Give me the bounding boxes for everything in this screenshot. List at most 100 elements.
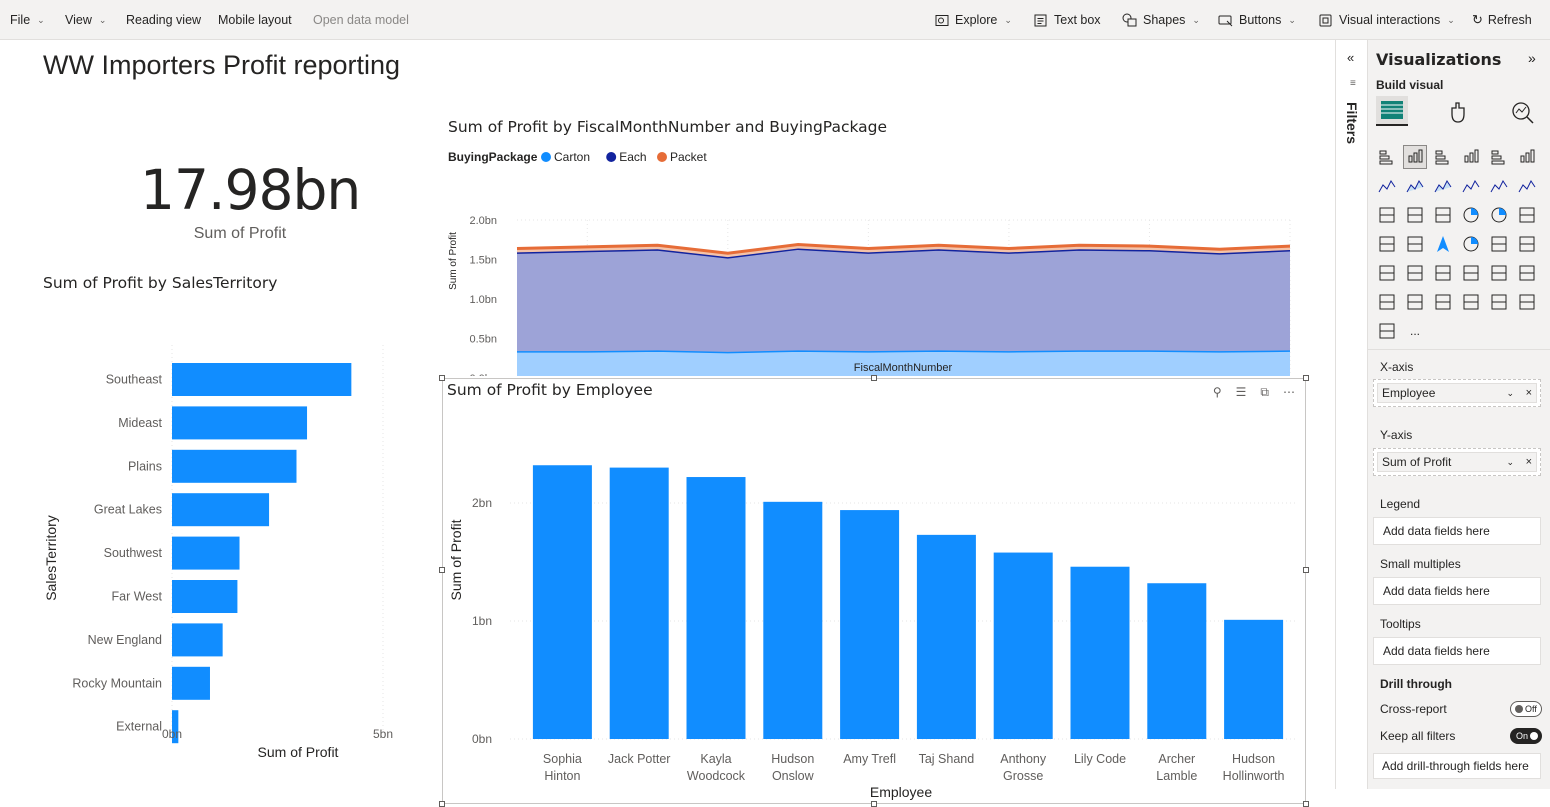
pie-chart-icon[interactable] <box>1460 204 1482 226</box>
goals-icon[interactable] <box>1432 291 1454 313</box>
more-options-icon[interactable]: ⋯ <box>1283 385 1295 400</box>
text-box-button[interactable]: Text box <box>1034 0 1101 40</box>
bar[interactable] <box>1070 566 1130 739</box>
filters-pane-label[interactable]: Filters <box>1344 102 1360 144</box>
refresh-button[interactable]: ↻ Refresh <box>1472 0 1532 40</box>
power-automate-icon[interactable] <box>1376 320 1398 342</box>
bar[interactable] <box>1147 583 1207 739</box>
scatter-icon[interactable] <box>1432 204 1454 226</box>
bar[interactable] <box>172 666 210 700</box>
bar[interactable] <box>1224 619 1284 739</box>
chevron-down-icon[interactable]: ⌄ <box>1506 457 1514 468</box>
waterfall-icon[interactable] <box>1376 204 1398 226</box>
area-chart-icon[interactable] <box>1404 175 1426 197</box>
power-apps-icon[interactable] <box>1516 291 1538 313</box>
line-clustered-column-icon[interactable] <box>1488 175 1510 197</box>
view-menu[interactable]: View ⌄ <box>65 0 106 40</box>
kpi-card-value[interactable]: 17.98bn <box>140 158 361 222</box>
paginated-report-icon[interactable] <box>1460 291 1482 313</box>
bar[interactable] <box>172 406 308 440</box>
bar[interactable] <box>993 552 1053 739</box>
area-each[interactable] <box>517 248 1290 352</box>
keep-all-filters-toggle[interactable]: On <box>1510 728 1542 744</box>
donut-chart-icon[interactable] <box>1488 204 1510 226</box>
narrative-icon[interactable] <box>1404 291 1426 313</box>
qna-icon[interactable] <box>1376 291 1398 313</box>
tooltips-well[interactable]: Add data fields here <box>1373 637 1541 665</box>
bar[interactable] <box>172 449 297 483</box>
open-data-model-button[interactable]: Open data model <box>313 0 409 40</box>
area-chart[interactable]: BuyingPackage Carton Each Packet 0.0bn 0.5b… <box>440 144 1310 376</box>
key-influencers-icon[interactable] <box>1516 262 1538 284</box>
azure-map-icon[interactable] <box>1432 233 1454 255</box>
explore-button[interactable]: Explore ⌄ <box>935 0 1012 40</box>
slicer-icon[interactable] <box>1404 262 1426 284</box>
y-axis-well[interactable]: Sum of Profit ⌄ × <box>1373 448 1541 476</box>
reading-view-button[interactable]: Reading view <box>126 0 201 40</box>
map-icon[interactable] <box>1376 233 1398 255</box>
100-column-icon[interactable] <box>1516 146 1538 168</box>
x-axis-field-pill[interactable]: Employee ⌄ × <box>1377 383 1537 403</box>
stacked-area-icon[interactable] <box>1432 175 1454 197</box>
100-bar-icon[interactable] <box>1488 146 1510 168</box>
bar[interactable] <box>686 477 746 739</box>
small-multiples-well[interactable]: Add data fields here <box>1373 577 1541 605</box>
resize-handle[interactable] <box>871 375 877 381</box>
format-visual-tab[interactable] <box>1446 100 1472 131</box>
analytics-tab[interactable] <box>1510 100 1536 131</box>
territory-bar-chart[interactable]: Southeast Mideast Plains Great Lakes Southwe… <box>40 300 410 780</box>
decomposition-tree-icon[interactable] <box>1488 262 1510 284</box>
file-menu[interactable]: File ⌄ <box>10 0 45 40</box>
legend-well[interactable]: Add data fields here <box>1373 517 1541 545</box>
filters-pane[interactable]: « ≡ Filters <box>1335 40 1368 789</box>
bar[interactable] <box>763 501 823 739</box>
remove-field-icon[interactable]: × <box>1526 387 1532 399</box>
bar[interactable] <box>172 493 270 527</box>
table-icon[interactable] <box>1432 262 1454 284</box>
more-visuals-icon[interactable]: ... <box>1404 320 1426 342</box>
treemap-icon[interactable] <box>1516 204 1538 226</box>
line-column-icon[interactable] <box>1460 175 1482 197</box>
filled-map-icon[interactable] <box>1404 233 1426 255</box>
buttons-button[interactable]: Buttons ⌄ <box>1218 0 1296 40</box>
clustered-column-icon[interactable] <box>1460 146 1482 168</box>
mobile-layout-button[interactable]: Mobile layout <box>218 0 292 40</box>
bar[interactable] <box>172 623 223 657</box>
collapse-left-icon[interactable]: « <box>1347 50 1354 65</box>
pin-icon[interactable]: ⚲ <box>1213 385 1222 400</box>
bar[interactable] <box>916 534 976 739</box>
ribbon-chart-icon[interactable] <box>1516 175 1538 197</box>
cross-report-toggle[interactable]: Off <box>1510 701 1542 717</box>
multirow-card-icon[interactable] <box>1516 233 1538 255</box>
y-axis-field-pill[interactable]: Sum of Profit ⌄ × <box>1377 452 1537 472</box>
bar[interactable] <box>840 510 900 739</box>
visual-interactions-button[interactable]: Visual interactions ⌄ <box>1319 0 1455 40</box>
bar[interactable] <box>532 465 592 739</box>
drill-through-well[interactable]: Add drill-through fields here <box>1373 753 1541 779</box>
gauge-icon[interactable] <box>1460 233 1482 255</box>
python-visual-icon[interactable] <box>1488 291 1510 313</box>
stacked-column-icon[interactable] <box>1403 145 1427 169</box>
shapes-button[interactable]: Shapes ⌄ <box>1122 0 1200 40</box>
resize-handle[interactable] <box>1303 375 1309 381</box>
focus-mode-icon[interactable]: ⧉ <box>1260 385 1269 400</box>
card-icon[interactable] <box>1488 233 1510 255</box>
legend-item[interactable]: Carton <box>554 150 590 164</box>
line-chart-icon[interactable] <box>1376 175 1398 197</box>
employee-bar-chart[interactable]: Sophia Hinton Jack Potter Kayla Woodcock Huds… <box>443 404 1305 802</box>
stacked-bar-icon[interactable] <box>1376 146 1398 168</box>
legend-item[interactable]: Packet <box>670 150 707 164</box>
clustered-bar-icon[interactable] <box>1432 146 1454 168</box>
matrix-icon[interactable] <box>1460 262 1482 284</box>
legend-item[interactable]: Each <box>619 150 646 164</box>
bar[interactable] <box>172 536 240 570</box>
bar[interactable] <box>609 467 669 739</box>
x-axis-well[interactable]: Employee ⌄ × <box>1373 379 1541 407</box>
remove-field-icon[interactable]: × <box>1526 456 1532 468</box>
resize-handle[interactable] <box>439 375 445 381</box>
collapse-right-icon[interactable]: » <box>1528 50 1536 66</box>
kpi-icon[interactable] <box>1376 262 1398 284</box>
bar[interactable] <box>172 363 352 396</box>
funnel-icon[interactable] <box>1404 204 1426 226</box>
bar[interactable] <box>172 580 238 613</box>
